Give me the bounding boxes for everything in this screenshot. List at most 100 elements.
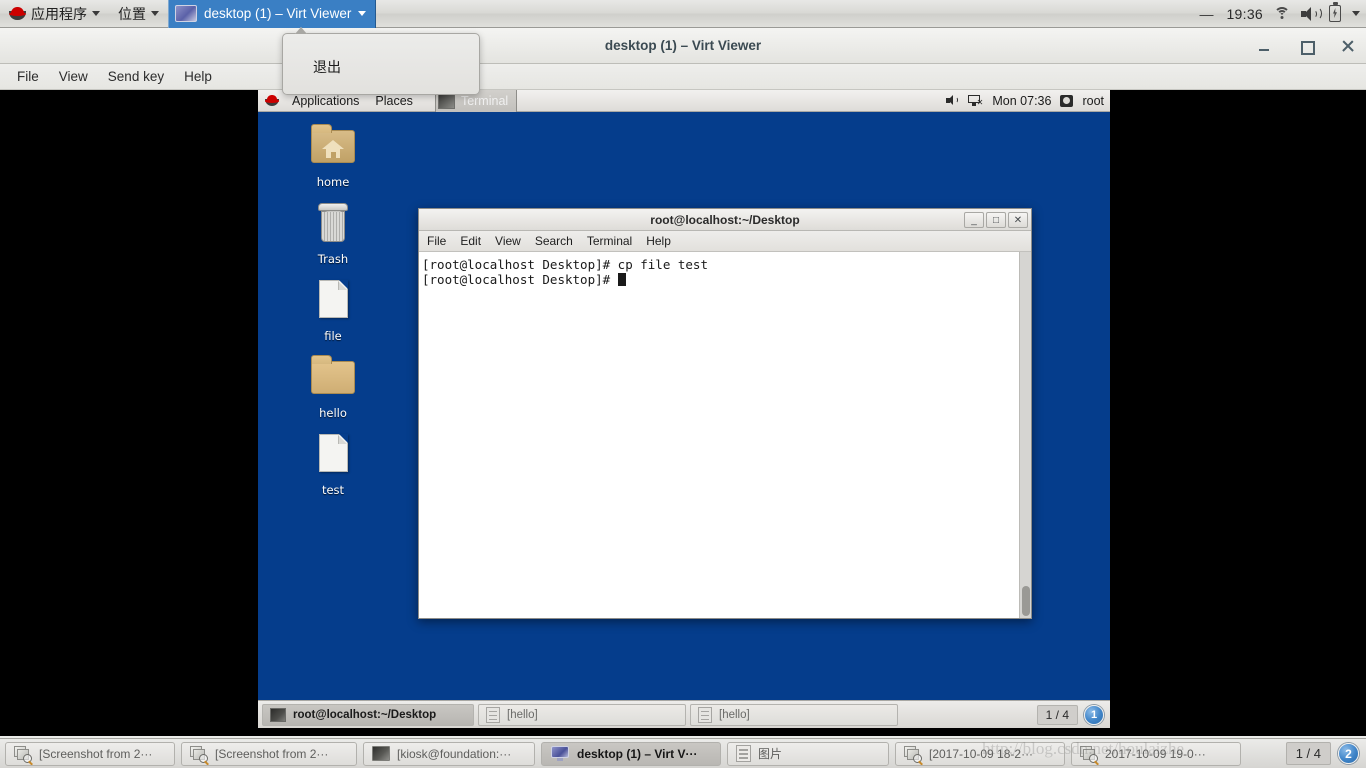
volume-icon[interactable] — [1301, 6, 1322, 21]
virt-viewer-title: desktop (1) – Virt Viewer — [604, 38, 762, 53]
dropdown-item-exit[interactable]: 退出 — [313, 57, 341, 77]
screenshot-icon — [190, 745, 209, 765]
host-workspace-badge[interactable]: 2 — [1338, 743, 1359, 764]
taskbar-label: desktop (1) – Virt V··· — [577, 746, 698, 761]
terminal-menu-help[interactable]: Help — [646, 233, 679, 249]
folder-home-icon — [309, 122, 357, 170]
wifi-icon[interactable] — [1274, 7, 1290, 20]
guest-user-label[interactable]: root — [1082, 94, 1104, 108]
screenshot-icon — [1080, 745, 1099, 765]
menu-file[interactable]: File — [7, 67, 49, 86]
applications-menu-label: 应用程序 — [31, 5, 87, 22]
user-icon — [1060, 94, 1074, 107]
places-menu[interactable]: 位置 — [109, 0, 168, 27]
window-tab-virt-viewer[interactable]: desktop (1) – Virt Viewer — [168, 0, 377, 28]
menu-view[interactable]: View — [49, 67, 98, 86]
terminal-menu-view[interactable]: View — [495, 233, 529, 249]
screen-root: 应用程序 位置 desktop (1) – Virt Viewer — 19:3… — [0, 0, 1366, 768]
taskbar-item-screenshot-1[interactable]: [Screenshot from 2··· — [5, 741, 175, 766]
terminal-menubar: File Edit View Search Terminal Help — [419, 231, 1031, 252]
virt-viewer-titlebar: desktop (1) – Virt Viewer — [0, 28, 1366, 64]
applications-menu[interactable]: 应用程序 — [0, 0, 109, 27]
redhat-icon — [265, 94, 279, 107]
desktop-icon-hello[interactable]: hello — [283, 343, 383, 420]
guest-taskbar-label: root@localhost:~/Desktop — [293, 708, 437, 721]
desktop-icon-label: home — [316, 175, 350, 189]
guest-taskbar-item-hello-1[interactable]: [hello] — [478, 703, 686, 726]
file-manager-icon — [736, 745, 751, 762]
host-panel-left: 应用程序 位置 desktop (1) – Virt Viewer — [0, 0, 377, 28]
battery-icon[interactable] — [1329, 2, 1341, 22]
desktop-icon-trash[interactable]: Trash — [283, 189, 383, 266]
close-icon: ✕ — [1013, 214, 1023, 226]
terminal-screen[interactable]: [root@localhost Desktop]# cp file test [… — [419, 252, 1031, 618]
window-tab-label: desktop (1) – Virt Viewer — [204, 6, 352, 21]
guest-workspace-pager[interactable]: 1 / 4 — [1036, 704, 1078, 725]
close-button[interactable] — [1340, 38, 1356, 54]
volume-icon[interactable] — [946, 95, 959, 106]
guest-places-menu[interactable]: Places — [367, 94, 421, 108]
monitor-icon — [550, 745, 570, 762]
taskbar-item-screenshot-3[interactable]: [2017-10-09 18-2··· — [895, 741, 1065, 766]
desktop-icon-home[interactable]: home — [283, 112, 383, 189]
chevron-down-icon[interactable] — [358, 11, 367, 16]
minimize-button[interactable] — [1256, 38, 1272, 54]
virt-viewer-window: desktop (1) – Virt Viewer File View Send… — [0, 28, 1366, 738]
host-taskbar-right: 1 / 4 2 — [1285, 742, 1364, 765]
terminal-line: [root@localhost Desktop]# cp file test — [422, 257, 708, 272]
chevron-down-icon — [92, 11, 100, 16]
terminal-line: [root@localhost Desktop]# — [422, 272, 618, 287]
taskbar-item-kiosk-terminal[interactable]: [kiosk@foundation:··· — [363, 741, 535, 766]
screenshot-icon — [904, 745, 923, 765]
terminal-close-button[interactable]: ✕ — [1008, 212, 1028, 228]
terminal-window: root@localhost:~/Desktop _ □ ✕ File Edit… — [418, 208, 1032, 619]
guest-bottom-panel: root@localhost:~/Desktop [hello] [hello]… — [258, 700, 1110, 728]
guest-clock[interactable]: Mon 07:36 — [992, 94, 1051, 108]
taskbar-item-pictures[interactable]: 图片 — [727, 741, 889, 766]
terminal-scrollbar[interactable] — [1019, 252, 1031, 618]
terminal-titlebar[interactable]: root@localhost:~/Desktop _ □ ✕ — [419, 209, 1031, 231]
guest-taskbar-label: [hello] — [719, 708, 750, 721]
virt-viewer-menubar: File View Send key Help — [0, 64, 1366, 90]
desktop-icon-list: home Trash file hello test — [258, 112, 408, 497]
maximize-button[interactable] — [1298, 38, 1315, 55]
taskbar-label: [Screenshot from 2··· — [39, 746, 153, 761]
terminal-maximize-button[interactable]: □ — [986, 212, 1006, 228]
guest-window-list-label: Terminal — [460, 93, 509, 108]
taskbar-item-screenshot-2[interactable]: [Screenshot from 2··· — [181, 741, 357, 766]
taskbar-item-screenshot-4[interactable]: 2017-10-09 19-0··· — [1071, 741, 1241, 766]
desktop-icon-file[interactable]: file — [283, 266, 383, 343]
guest-taskbar-item-terminal[interactable]: root@localhost:~/Desktop — [262, 703, 474, 726]
network-icon[interactable]: ✕ — [968, 94, 983, 107]
chevron-down-icon[interactable] — [1352, 11, 1360, 16]
terminal-icon — [372, 746, 390, 761]
panel-dash: — — [1199, 5, 1214, 22]
guest-panel-right: ✕ Mon 07:36 root — [946, 90, 1110, 111]
scrollbar-thumb[interactable] — [1022, 586, 1030, 616]
guest-applications-menu[interactable]: Applications — [284, 94, 367, 108]
menu-help[interactable]: Help — [174, 67, 222, 86]
host-clock[interactable]: 19:36 — [1226, 6, 1263, 22]
desktop-icon-test[interactable]: test — [283, 420, 383, 497]
terminal-menu-file[interactable]: File — [427, 233, 454, 249]
guest-taskbar-item-hello-2[interactable]: [hello] — [690, 703, 898, 726]
terminal-menu-edit[interactable]: Edit — [460, 233, 489, 249]
folder-icon — [309, 353, 357, 401]
menu-send-key[interactable]: Send key — [98, 67, 174, 86]
taskbar-item-virt-viewer[interactable]: desktop (1) – Virt V··· — [541, 741, 721, 766]
guest-desktop: Applications Places Terminal ✕ Mon 07:36… — [258, 90, 1110, 728]
trash-icon — [309, 199, 357, 247]
desktop-icon-label: file — [324, 329, 342, 343]
terminal-menu-search[interactable]: Search — [535, 233, 581, 249]
chevron-down-icon — [151, 11, 159, 16]
monitor-icon — [175, 5, 197, 22]
terminal-minimize-button[interactable]: _ — [964, 212, 984, 228]
host-workspace-pager[interactable]: 1 / 4 — [1285, 742, 1331, 765]
file-icon — [309, 430, 357, 478]
guest-workspace-badge[interactable]: 1 — [1084, 704, 1104, 725]
terminal-icon — [270, 707, 286, 722]
terminal-menu-terminal[interactable]: Terminal — [587, 233, 640, 249]
file-manager-icon — [486, 706, 500, 723]
terminal-output: [root@localhost Desktop]# cp file test [… — [419, 252, 1031, 287]
maximize-icon: □ — [992, 214, 1000, 226]
